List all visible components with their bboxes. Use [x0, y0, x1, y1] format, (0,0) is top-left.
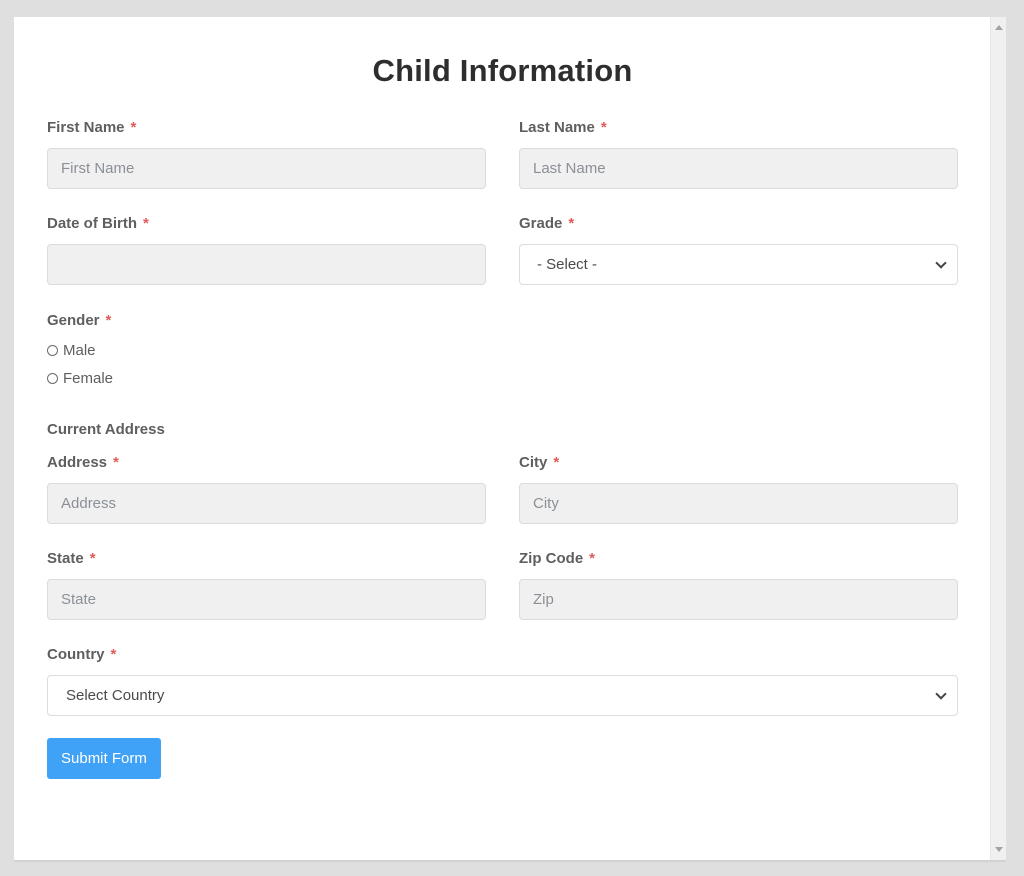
current-address-heading: Current Address [47, 421, 165, 438]
country-selected-value: Select Country [66, 687, 165, 704]
last-name-label-text: Last Name [519, 119, 595, 136]
city-input[interactable] [519, 483, 958, 524]
dob-label: Date of Birth * [47, 214, 486, 234]
radio-male-label[interactable]: Male [63, 342, 96, 359]
required-marker: * [89, 550, 96, 567]
required-marker: * [130, 119, 137, 136]
state-input[interactable] [47, 579, 486, 620]
dob-grade-row: Date of Birth * Grade * - Select - [47, 214, 958, 285]
dob-label-text: Date of Birth [47, 215, 137, 232]
gender-label: Gender * [47, 311, 958, 331]
scroll-up-arrow-icon[interactable] [995, 25, 1003, 30]
last-name-label: Last Name * [519, 118, 958, 138]
grade-select[interactable]: - Select - [519, 244, 958, 285]
city-field: City * [519, 453, 958, 524]
last-name-input[interactable] [519, 148, 958, 189]
country-select[interactable]: Select Country [47, 675, 958, 716]
name-row: First Name * Last Name * [47, 118, 958, 189]
grade-label-text: Grade [519, 215, 563, 232]
state-zip-row: State * Zip Code * [47, 549, 958, 620]
state-label-text: State [47, 550, 84, 567]
required-marker: * [589, 550, 596, 567]
address-label-text: Address [47, 454, 108, 471]
country-label-text: Country [47, 646, 105, 663]
zip-label: Zip Code * [519, 549, 958, 569]
first-name-label: First Name * [47, 118, 486, 138]
grade-label: Grade * [519, 214, 958, 234]
country-row: Country * Select Country [47, 645, 958, 716]
zip-label-text: Zip Code [519, 550, 584, 567]
first-name-label-text: First Name [47, 119, 125, 136]
submit-row: Submit Form [47, 738, 958, 779]
city-label-text: City [519, 454, 548, 471]
gender-option-female[interactable]: Female [47, 364, 958, 392]
state-field: State * [47, 549, 486, 620]
radio-female[interactable] [47, 372, 58, 384]
required-marker: * [553, 454, 560, 471]
form-window: Child Information First Name * Last Name *… [14, 17, 1006, 860]
chevron-down-icon [935, 256, 947, 269]
gender-option-male[interactable]: Male [47, 336, 958, 364]
zip-field: Zip Code * [519, 549, 958, 620]
chevron-down-icon [935, 687, 947, 700]
required-marker: * [113, 454, 119, 471]
vertical-scrollbar[interactable] [990, 17, 1006, 860]
gender-radio-group: Male Female [47, 336, 958, 392]
first-name-field: First Name * [47, 118, 486, 189]
scroll-down-arrow-icon[interactable] [995, 847, 1003, 852]
state-label: State * [47, 549, 486, 569]
zip-input[interactable] [519, 579, 958, 620]
gender-label-text: Gender [47, 312, 100, 329]
required-marker: * [568, 215, 575, 232]
address-label: Address * [47, 453, 486, 473]
required-marker: * [105, 312, 112, 329]
required-marker: * [143, 215, 149, 232]
required-marker: * [110, 646, 117, 663]
address-input[interactable] [47, 483, 486, 524]
address-city-row: Address * City * [47, 453, 958, 524]
dob-input[interactable] [47, 244, 486, 285]
radio-male[interactable] [47, 344, 58, 356]
form-container: Child Information First Name * Last Name *… [47, 17, 958, 779]
address-field: Address * [47, 453, 486, 524]
gender-field: Gender * Male Female [47, 311, 958, 392]
first-name-input[interactable] [47, 148, 486, 189]
page-title: Child Information [372, 53, 633, 88]
grade-field: Grade * - Select - [519, 214, 958, 285]
required-marker: * [600, 119, 607, 136]
country-field: Country * Select Country [47, 645, 958, 716]
city-label: City * [519, 453, 958, 473]
submit-form-button[interactable]: Submit Form [47, 738, 161, 779]
grade-selected-value: - Select - [537, 256, 598, 273]
last-name-field: Last Name * [519, 118, 958, 189]
country-label: Country * [47, 645, 958, 665]
dob-field: Date of Birth * [47, 214, 486, 285]
radio-female-label[interactable]: Female [63, 370, 113, 387]
